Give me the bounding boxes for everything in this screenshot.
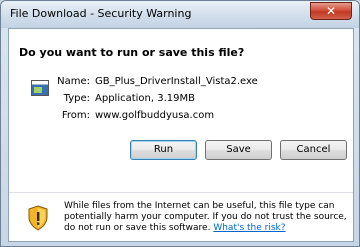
security-warning-window: File Download - Security Warning ✕ Do yo… xyxy=(0,0,360,247)
whats-the-risk-link[interactable]: What's the risk? xyxy=(213,223,285,233)
cancel-button[interactable]: Cancel xyxy=(280,140,347,160)
close-icon: ✕ xyxy=(325,4,337,18)
close-button[interactable]: ✕ xyxy=(310,2,352,20)
section-divider xyxy=(9,192,353,193)
shield-warning-icon xyxy=(28,205,48,231)
file-name-label: Name: xyxy=(57,76,90,87)
file-type-value: Application, 3.19MB xyxy=(95,93,195,104)
window-title: File Download - Security Warning xyxy=(10,7,192,20)
dialog-content: Do you want to run or save this file? Na… xyxy=(8,28,354,242)
file-type-label: Type: xyxy=(63,93,90,104)
file-name-value: GB_Plus_DriverInstall_Vista2.exe xyxy=(95,76,258,87)
run-button[interactable]: Run xyxy=(130,140,197,160)
dialog-question: Do you want to run or save this file? xyxy=(19,46,245,59)
security-warning-text: While files from the Internet can be use… xyxy=(64,201,350,234)
file-source-label: From: xyxy=(61,110,90,121)
file-source-value: www.golfbuddyusa.com xyxy=(95,110,215,121)
warning-message: While files from the Internet can be use… xyxy=(64,201,347,233)
title-bar[interactable]: File Download - Security Warning ✕ xyxy=(1,1,359,28)
save-button[interactable]: Save xyxy=(205,140,272,160)
